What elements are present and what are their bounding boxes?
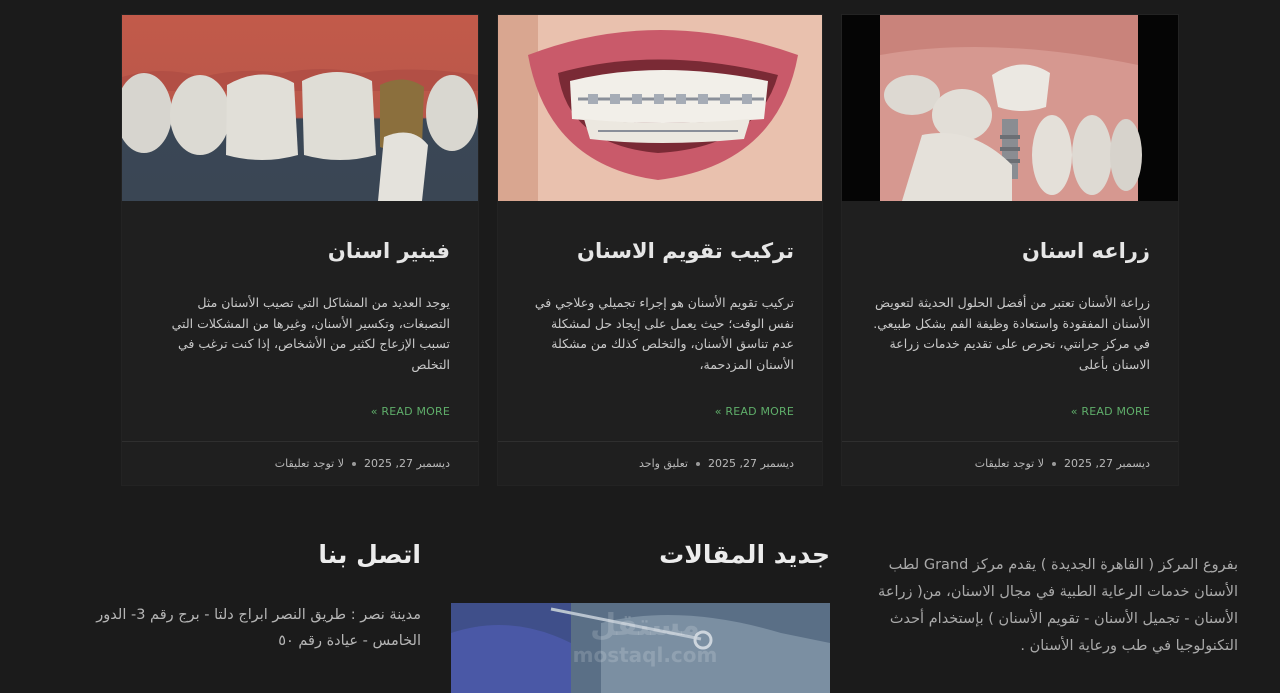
veneer-teeth-image[interactable] bbox=[122, 15, 478, 201]
post-excerpt: تركيب تقويم الأسنان هو إجراء تجميلي وعلا… bbox=[534, 295, 794, 372]
watermark-text-ar: مستقل bbox=[590, 608, 700, 643]
post-meta: ديسمبر 27, 2025 لا توجد تعليقات bbox=[275, 457, 450, 470]
post-excerpt: يوجد العديد من المشاكل التي تصيب الأسنان… bbox=[171, 295, 450, 372]
read-more-link[interactable]: « READ MORE bbox=[1071, 405, 1150, 418]
post-date: ديسمبر 27, 2025 bbox=[1063, 457, 1150, 470]
post-card-braces: تركيب تقويم الاسنان تركيب تقويم الأسنان … bbox=[498, 15, 822, 485]
post-date: ديسمبر 27, 2025 bbox=[363, 457, 450, 470]
divider bbox=[498, 441, 822, 442]
braces-smile-image[interactable] bbox=[498, 15, 822, 201]
watermark-logo: مستقل mostaql.com bbox=[560, 608, 730, 667]
post-title[interactable]: تركيب تقويم الاسنان bbox=[526, 239, 794, 263]
watermark-text-en: mostaql.com bbox=[572, 643, 718, 667]
read-more-link[interactable]: « READ MORE bbox=[371, 405, 450, 418]
contact-address: مدينة نصر : طريق النصر ابراج دلتا - برج … bbox=[96, 607, 421, 649]
site-footer: بفروع المركز ( القاهرة الجديدة ) يقدم مر… bbox=[0, 520, 1280, 693]
comments-count[interactable]: لا توجد تعليقات bbox=[275, 457, 344, 470]
post-excerpt: زراعة الأسنان تعتبر من أفضل الحلول الحدي… bbox=[873, 295, 1150, 372]
post-meta: ديسمبر 27, 2025 تعليق واحد bbox=[639, 457, 794, 470]
dental-implant-image[interactable] bbox=[842, 15, 1178, 201]
divider bbox=[842, 441, 1178, 442]
comments-count[interactable]: تعليق واحد bbox=[639, 457, 688, 470]
comments-count[interactable]: لا توجد تعليقات bbox=[975, 457, 1044, 470]
post-card-implants: زراعه اسنان زراعة الأسنان تعتبر من أفضل … bbox=[842, 15, 1178, 485]
article-thumbnail[interactable]: مستقل mostaql.com bbox=[451, 603, 830, 693]
separator-dot-icon bbox=[695, 462, 700, 466]
post-date: ديسمبر 27, 2025 bbox=[707, 457, 794, 470]
separator-dot-icon bbox=[1051, 462, 1056, 466]
posts-grid: فينير اسنان يوجد العديد من المشاكل التي … bbox=[0, 15, 1280, 485]
post-meta: ديسمبر 27, 2025 لا توجد تعليقات bbox=[975, 457, 1150, 470]
post-title[interactable]: فينير اسنان bbox=[150, 239, 450, 263]
separator-dot-icon bbox=[351, 462, 356, 466]
post-title[interactable]: زراعه اسنان bbox=[870, 239, 1150, 263]
post-card-veneers: فينير اسنان يوجد العديد من المشاكل التي … bbox=[122, 15, 478, 485]
read-more-link[interactable]: « READ MORE bbox=[715, 405, 794, 418]
latest-articles-title: جديد المقالات bbox=[659, 540, 830, 569]
divider bbox=[122, 441, 478, 442]
footer-about-text: بفروع المركز ( القاهرة الجديدة ) يقدم مر… bbox=[878, 557, 1238, 654]
contact-title: اتصل بنا bbox=[318, 540, 421, 569]
